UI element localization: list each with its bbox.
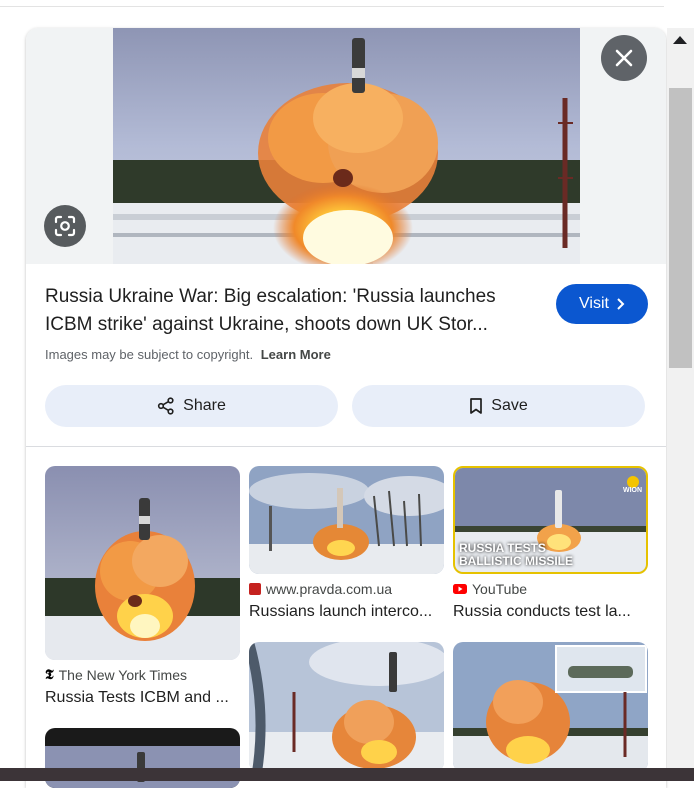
copyright-notice: Images may be subject to copyright. Lear… xyxy=(45,347,331,362)
hero-area xyxy=(26,28,666,264)
share-label: Share xyxy=(183,397,226,414)
browser-top-edge xyxy=(0,0,664,7)
related-caption[interactable]: Russia conducts test la... xyxy=(453,603,638,621)
related-thumbnail[interactable] xyxy=(45,466,240,660)
related-caption[interactable]: Russia Tests ICBM and ... xyxy=(45,689,240,707)
nyt-logo-icon: 𝕿 xyxy=(45,667,54,683)
related-thumbnail[interactable] xyxy=(249,466,444,574)
related-source-name: The New York Times xyxy=(58,667,187,683)
related-card-youtube[interactable]: RUSSIA TESTS BALLISTIC MISSILE WION YouT… xyxy=(453,466,648,626)
section-divider xyxy=(26,446,666,447)
related-thumbnail[interactable] xyxy=(453,642,648,772)
related-card-partial-3[interactable] xyxy=(453,642,648,772)
image-preview-panel: Russia Ukraine War: Big escalation: 'Rus… xyxy=(26,28,666,788)
visit-label: Visit xyxy=(579,295,609,312)
related-source: www.pravda.com.ua xyxy=(249,581,392,597)
pravda-favicon-icon xyxy=(249,583,261,595)
learn-more-link[interactable]: Learn More xyxy=(261,347,331,362)
related-source-name: www.pravda.com.ua xyxy=(266,581,393,597)
overlay-line-1: RUSSIA TESTS xyxy=(459,541,546,555)
share-icon xyxy=(158,397,174,415)
save-label: Save xyxy=(491,397,528,414)
related-source: 𝕿 The New York Times xyxy=(45,667,187,683)
related-thumbnail[interactable] xyxy=(249,642,444,772)
bookmark-icon xyxy=(470,398,483,414)
close-icon xyxy=(615,49,633,67)
save-button[interactable]: Save xyxy=(352,385,645,427)
close-button[interactable] xyxy=(601,35,647,81)
related-card-pravda[interactable]: www.pravda.com.ua Russians launch interc… xyxy=(249,466,444,626)
overlay-line-2: BALLISTIC MISSILE xyxy=(459,554,573,568)
thumbnail-brand: WION xyxy=(623,487,643,494)
scrollbar-thumb[interactable] xyxy=(669,88,692,368)
result-title[interactable]: Russia Ukraine War: Big escalation: 'Rus… xyxy=(45,283,541,339)
related-source: YouTube xyxy=(453,581,527,597)
thumbnail-overlay-text: RUSSIA TESTS BALLISTIC MISSILE xyxy=(459,542,573,568)
related-card-nyt[interactable]: 𝕿 The New York Times Russia Tests ICBM a… xyxy=(45,466,240,716)
related-card-partial-2[interactable] xyxy=(249,642,444,772)
related-source-name: YouTube xyxy=(472,581,528,597)
lens-search-button[interactable] xyxy=(44,205,86,247)
chevron-right-icon xyxy=(617,298,625,310)
share-button[interactable]: Share xyxy=(45,385,338,427)
visit-button[interactable]: Visit xyxy=(556,284,648,324)
copyright-text: Images may be subject to copyright. xyxy=(45,347,254,362)
youtube-icon xyxy=(453,584,467,594)
related-caption[interactable]: Russians launch interco... xyxy=(249,603,434,621)
lens-icon xyxy=(54,215,76,237)
bottom-bar xyxy=(0,768,694,781)
scrollbar[interactable] xyxy=(667,28,694,781)
hero-image[interactable] xyxy=(113,28,580,264)
scroll-up-arrow-icon[interactable] xyxy=(673,36,687,44)
